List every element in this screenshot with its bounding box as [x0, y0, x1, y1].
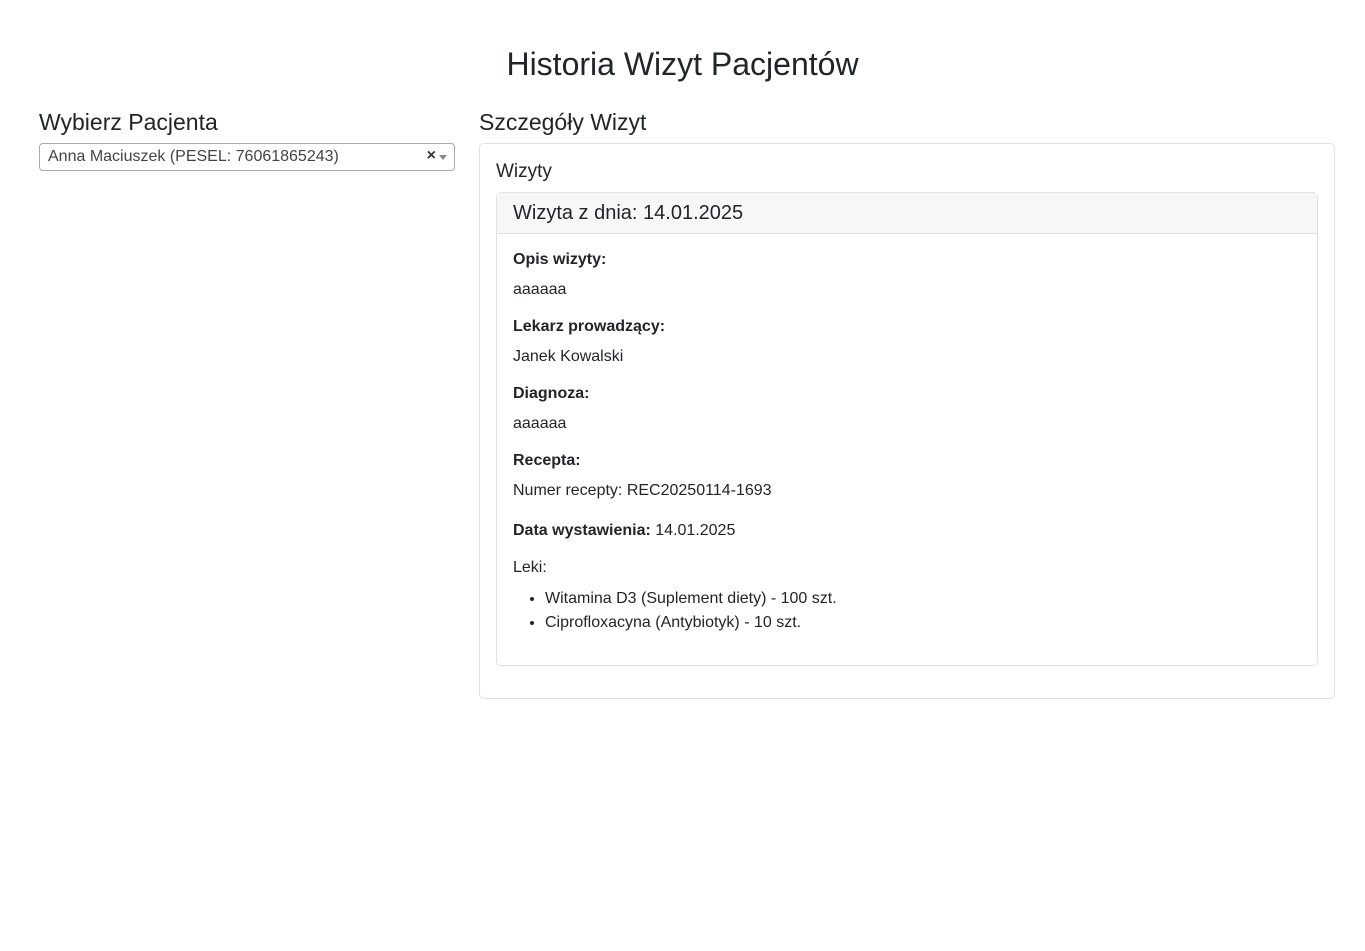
- prescription-date: Data wystawienia: 14.01.2025: [513, 520, 1301, 542]
- visit-body: Opis wizyty: aaaaaa Lekarz prowadzący: J…: [497, 234, 1317, 635]
- visit-doctor: Lekarz prowadzący: Janek Kowalski: [513, 316, 1301, 368]
- prescription-date-label: Data wystawienia:: [513, 522, 651, 539]
- visit-description-label: Opis wizyty:: [513, 251, 607, 268]
- prescription-date-value: 14.01.2025: [650, 522, 736, 539]
- visit-doctor-label: Lekarz prowadzący:: [513, 318, 666, 335]
- visit-diagnosis-value: aaaaaa: [513, 415, 567, 432]
- visit-doctor-value: Janek Kowalski: [513, 348, 624, 365]
- prescription-label: Recepta:: [513, 452, 581, 469]
- visit-card: Wizyta z dnia: 14.01.2025 Opis wizyty: a…: [496, 192, 1318, 666]
- visit-details-panel: Szczegóły Wizyt Wizyty Wizyta z dnia: 14…: [479, 108, 1335, 699]
- visit-header: Wizyta z dnia: 14.01.2025: [497, 193, 1317, 234]
- list-item: Ciprofloxacyna (Antybiotyk) - 10 szt.: [545, 611, 1301, 635]
- medications-list: Witamina D3 (Suplement diety) - 100 szt.…: [513, 587, 1301, 635]
- prescription-number: Numer recepty: REC20250114-1693: [513, 482, 772, 499]
- medications-label: Leki:: [513, 559, 547, 576]
- visit-diagnosis: Diagnoza: aaaaaa: [513, 383, 1301, 435]
- patient-select-heading: Wybierz Pacjenta: [39, 109, 218, 135]
- visits-card-heading: Wizyty: [496, 161, 552, 182]
- visit-description-value: aaaaaa: [513, 281, 567, 298]
- patient-select-value: Anna Maciuszek (PESEL: 76061865243): [48, 148, 339, 165]
- page-title: Historia Wizyt Pacjentów: [506, 46, 859, 82]
- visits-card: Wizyty Wizyta z dnia: 14.01.2025 Opis wi…: [479, 143, 1335, 699]
- list-item: Witamina D3 (Suplement diety) - 100 szt.: [545, 587, 1301, 611]
- close-icon[interactable]: ×: [427, 147, 436, 165]
- patient-select-panel: Wybierz Pacjenta Anna Maciuszek (PESEL: …: [39, 108, 455, 171]
- prescription: Recepta: Numer recepty: REC20250114-1693…: [513, 450, 1301, 635]
- visit-diagnosis-label: Diagnoza:: [513, 385, 590, 402]
- patient-select[interactable]: Anna Maciuszek (PESEL: 76061865243) ×: [39, 143, 455, 171]
- visit-details-heading: Szczegóły Wizyt: [479, 109, 647, 135]
- visit-description: Opis wizyty: aaaaaa: [513, 249, 1301, 301]
- chevron-down-icon[interactable]: [439, 155, 447, 160]
